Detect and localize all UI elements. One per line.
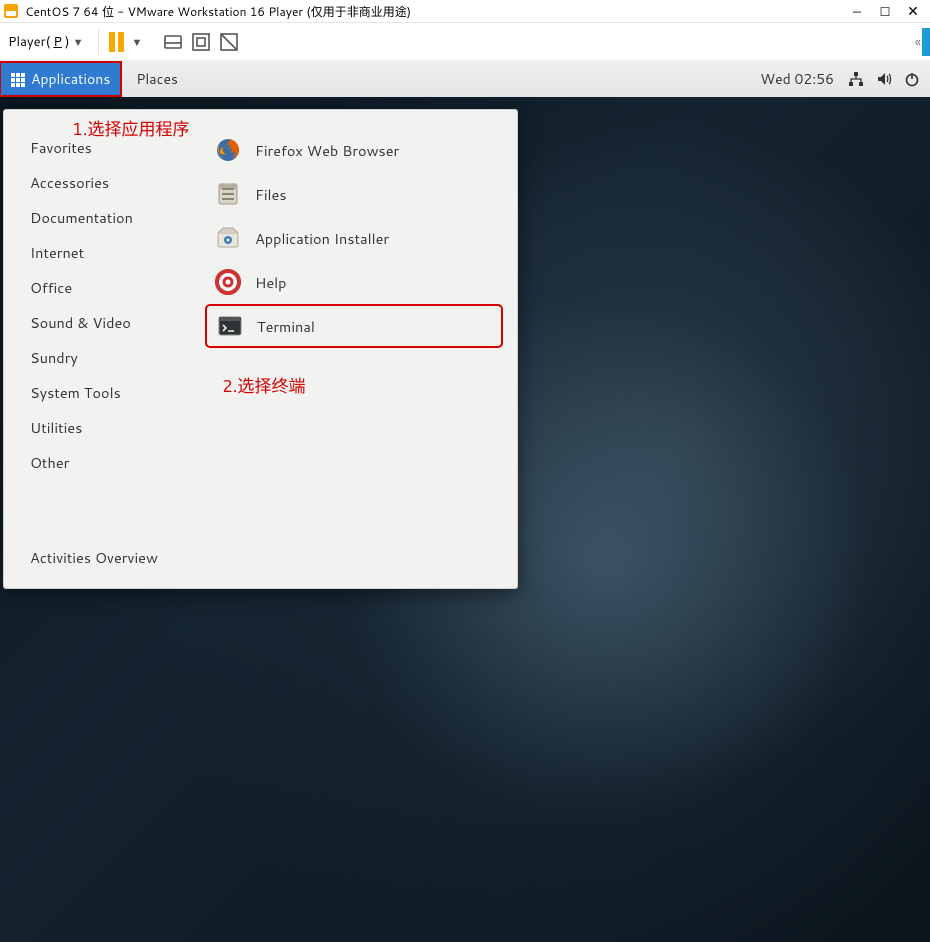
toolbar-divider (98, 29, 99, 55)
category-office[interactable]: Office (30, 270, 199, 305)
category-accessories[interactable]: Accessories (30, 165, 199, 200)
power-icon[interactable] (904, 71, 920, 87)
category-internet[interactable]: Internet (30, 235, 199, 270)
player-menu-hotkey: P (53, 33, 62, 51)
category-utilities[interactable]: Utilities (30, 410, 199, 445)
network-icon[interactable] (848, 71, 864, 87)
window-title: CentOS 7 64 位 - VMware Workstation 16 Pl… (25, 3, 843, 20)
chevron-down-icon: ▼ (73, 34, 84, 50)
vmware-titlebar: CentOS 7 64 位 - VMware Workstation 16 Pl… (0, 0, 930, 23)
app-item-label: Files (255, 184, 287, 205)
pause-button[interactable] (109, 32, 124, 52)
applications-menu: Favorites Accessories Documentation Inte… (3, 109, 518, 589)
places-label: Places (136, 69, 178, 89)
close-button[interactable]: ✕ (899, 1, 927, 21)
vmware-icon (3, 3, 19, 19)
app-item-label: Terminal (257, 316, 315, 337)
category-list: Favorites Accessories Documentation Inte… (4, 110, 199, 588)
gnome-top-bar: Applications Places Wed 02:56 (0, 61, 930, 97)
fullscreen-icon[interactable] (190, 31, 212, 53)
minimize-button[interactable]: — (843, 3, 871, 20)
app-item-help[interactable]: Help (205, 260, 503, 304)
category-other[interactable]: Other (30, 445, 199, 480)
send-ctrl-alt-del-icon[interactable] (162, 31, 184, 53)
help-icon (215, 269, 241, 295)
annotation-2: 2.选择终端 (222, 372, 306, 398)
files-icon (215, 181, 241, 207)
collapse-icon[interactable]: « (915, 32, 918, 52)
applications-label: Applications (31, 69, 110, 89)
firefox-icon (215, 137, 241, 163)
volume-icon[interactable] (876, 71, 892, 87)
maximize-button[interactable]: ☐ (871, 3, 899, 20)
applications-button[interactable]: Applications (0, 61, 122, 97)
app-item-terminal[interactable]: Terminal (205, 304, 503, 348)
clock[interactable]: Wed 02:56 (750, 69, 844, 89)
player-menu[interactable]: Player(P) ▼ (4, 31, 88, 53)
usb-tray-indicator[interactable] (922, 28, 930, 56)
installer-icon (215, 225, 241, 251)
places-button[interactable]: Places (122, 69, 192, 89)
terminal-icon (217, 313, 243, 339)
category-system-tools[interactable]: System Tools (30, 375, 199, 410)
app-list: Firefox Web Browser Files Application In… (199, 110, 517, 588)
app-item-files[interactable]: Files (205, 172, 503, 216)
player-menu-prefix: Player( (8, 33, 50, 51)
app-item-label: Firefox Web Browser (255, 140, 399, 161)
desktop-background: 1.选择应用程序 Favorites Accessories Documenta… (0, 97, 930, 942)
category-documentation[interactable]: Documentation (30, 200, 199, 235)
system-tray (844, 71, 930, 87)
activities-overview[interactable]: Activities Overview (30, 540, 199, 574)
player-menu-suffix: ) (65, 33, 70, 51)
app-item-label: Help (255, 272, 286, 293)
category-sound-video[interactable]: Sound & Video (30, 305, 199, 340)
app-item-firefox[interactable]: Firefox Web Browser (205, 128, 503, 172)
chevron-down-icon[interactable]: ▼ (132, 34, 143, 50)
category-sundry[interactable]: Sundry (30, 340, 199, 375)
grid-icon (11, 72, 25, 86)
unity-icon[interactable] (218, 31, 240, 53)
annotation-1: 1.选择应用程序 (72, 115, 190, 141)
app-item-label: Application Installer (255, 228, 389, 249)
vmware-toolbar: Player(P) ▼ ▼ « (0, 23, 930, 61)
app-item-installer[interactable]: Application Installer (205, 216, 503, 260)
